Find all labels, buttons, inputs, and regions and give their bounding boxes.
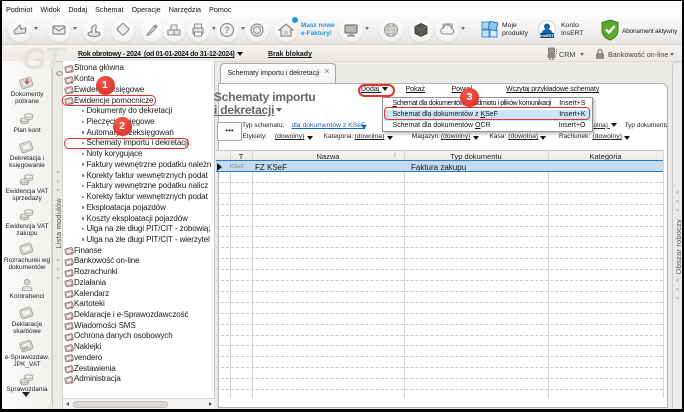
svg-text:InsERT: InsERT — [540, 33, 554, 38]
svg-text:?: ? — [224, 25, 230, 35]
